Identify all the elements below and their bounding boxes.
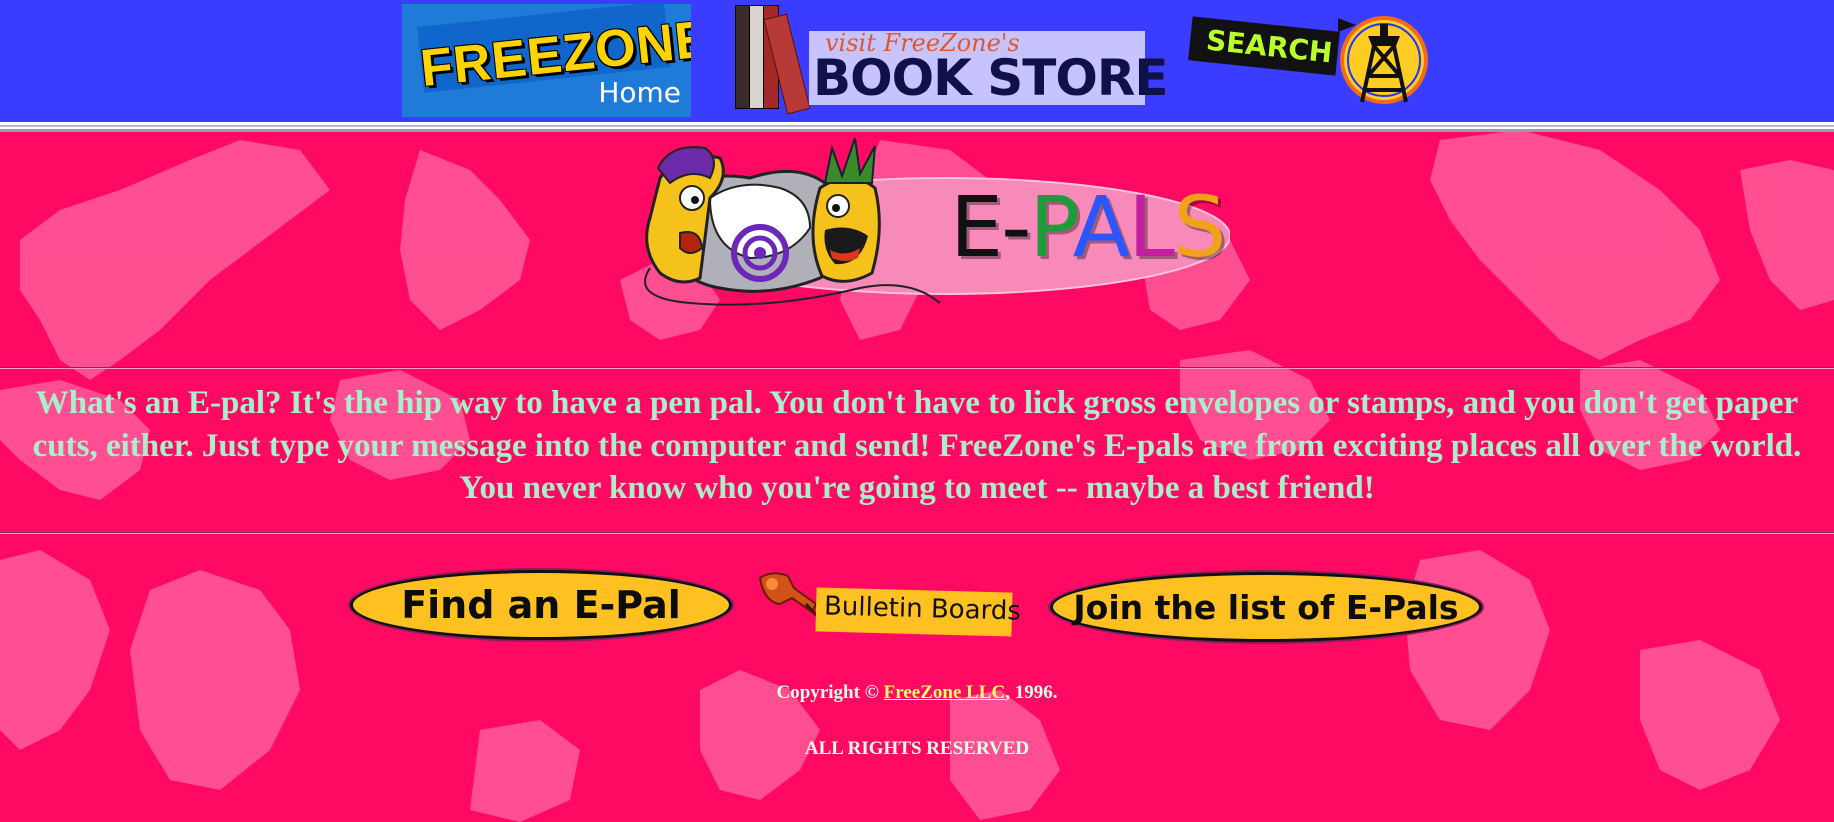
epals-title-letter: - — [1001, 178, 1031, 276]
bulletin-boards-button[interactable]: Bulletin Boards — [752, 568, 1021, 638]
epals-logo: E-PALS — [610, 137, 1231, 318]
freezone-llc-link[interactable]: FreeZone LLC — [884, 682, 1006, 703]
bookstore-title: BOOK STORE — [813, 49, 1169, 107]
bulletin-boards-label: Bulletin Boards — [823, 591, 1022, 627]
top-banner: FREEZONE Home visit FreeZone's BOOK STOR… — [0, 0, 1834, 122]
find-epal-button[interactable]: Find an E-Pal — [350, 570, 732, 640]
epals-title-letter: L — [1128, 178, 1175, 276]
description-divider-bottom — [0, 532, 1834, 534]
watchtower-icon — [1340, 16, 1428, 104]
epals-title-letter: S — [1172, 178, 1226, 276]
bookstore-link[interactable]: visit FreeZone's BOOK STORE — [735, 5, 1169, 115]
join-epals-list-button[interactable]: Join the list of E-Pals — [1050, 572, 1482, 642]
epal-description: What's an E-pal? It's the hip way to hav… — [32, 385, 1802, 506]
epals-title-letter: E — [950, 178, 1003, 276]
header-divider — [0, 122, 1834, 132]
search-link[interactable]: SEARCH — [1188, 4, 1428, 116]
copyright-suffix: , 1996. — [1005, 682, 1058, 703]
all-rights-reserved: ALL RIGHTS RESERVED — [804, 738, 1030, 759]
description-divider-top — [0, 367, 1834, 369]
epals-title-letter: P — [1029, 178, 1074, 276]
copyright-prefix: Copyright © — [776, 682, 884, 703]
home-label: Home — [598, 76, 681, 109]
epals-page: { "colors": { "page_background": "#ff0a6… — [0, 0, 1834, 822]
epals-title-letter: A — [1072, 178, 1130, 276]
freezone-home-link[interactable]: FREEZONE Home — [402, 4, 691, 117]
epals-title: E-PALS — [950, 178, 1226, 276]
copyright-line: Copyright © FreeZone LLC, 1996. — [0, 682, 1834, 704]
